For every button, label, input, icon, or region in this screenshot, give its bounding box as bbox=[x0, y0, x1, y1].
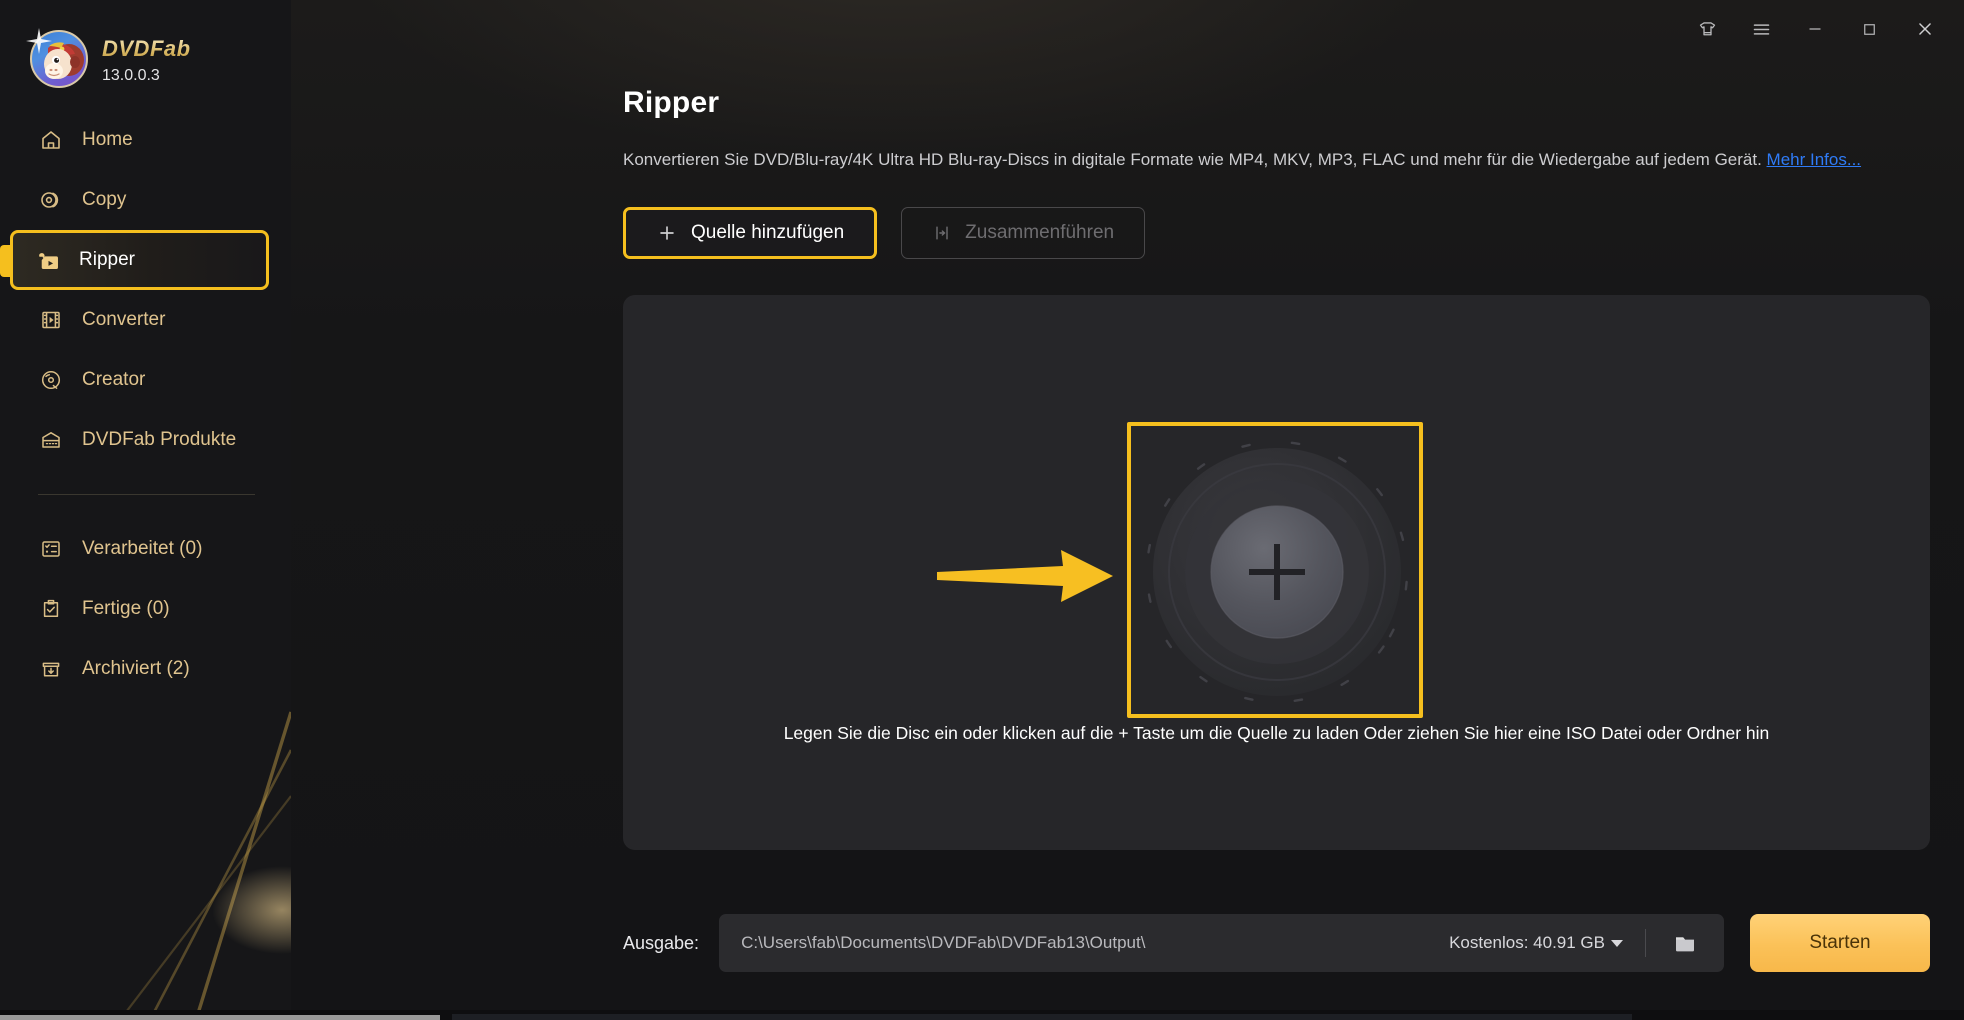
app-logo bbox=[26, 28, 88, 88]
output-label: Ausgabe: bbox=[623, 932, 700, 953]
sidebar-nav: Home Copy Ripper Converter Creator DVDFa… bbox=[0, 110, 291, 699]
sidebar-item-converter[interactable]: Converter bbox=[14, 290, 269, 350]
drop-zone-panel[interactable]: Legen Sie die Disc ein oder klicken auf … bbox=[623, 294, 1930, 850]
output-bar: Ausgabe: C:\Users\fab\Documents\DVDFab\D… bbox=[623, 914, 1930, 972]
merge-button[interactable]: Zusammenführen bbox=[901, 206, 1146, 259]
page-description: Konvertieren Sie DVD/Blu-ray/4K Ultra HD… bbox=[623, 148, 1964, 172]
minimize-button[interactable] bbox=[1788, 7, 1842, 51]
drop-zone-highlight-box[interactable] bbox=[1126, 422, 1423, 719]
sidebar-item-label: Home bbox=[82, 129, 133, 150]
theme-button[interactable] bbox=[1680, 7, 1734, 51]
start-button[interactable]: Starten bbox=[1750, 914, 1930, 972]
maximize-icon bbox=[1863, 23, 1875, 35]
product-box-icon bbox=[38, 427, 64, 453]
page-title: Ripper bbox=[623, 86, 720, 119]
close-icon bbox=[1919, 23, 1931, 35]
sidebar-item-label: Fertige (0) bbox=[82, 598, 170, 619]
maximize-button[interactable] bbox=[1842, 7, 1896, 51]
merge-icon bbox=[936, 226, 948, 240]
window-controls bbox=[1680, 0, 1964, 58]
free-space-label: Kostenlos: 40.91 GB bbox=[1449, 933, 1605, 952]
sidebar-item-label: Archiviert (2) bbox=[82, 658, 190, 679]
page-description-text: Konvertieren Sie DVD/Blu-ray/4K Ultra HD… bbox=[623, 150, 1767, 169]
dvdfab-window: DVDFab 13.0.0.3 Home Copy Ripper Convert… bbox=[0, 0, 1964, 1020]
add-source-label: Quelle hinzufügen bbox=[691, 221, 845, 243]
chevron-down-icon bbox=[1611, 939, 1623, 947]
sidebar-item-archiviert[interactable]: Archiviert (2) bbox=[14, 639, 269, 699]
output-path-input[interactable]: C:\Users\fab\Documents\DVDFab\DVDFab13\O… bbox=[741, 933, 1449, 953]
sidebar-item-copy[interactable]: Copy bbox=[14, 170, 269, 230]
clipboard-check-icon bbox=[38, 596, 64, 622]
add-source-button[interactable]: Quelle hinzufügen bbox=[623, 206, 878, 259]
sidebar-item-label: Verarbeitet (0) bbox=[82, 538, 203, 559]
sidebar-item-creator[interactable]: Creator bbox=[14, 350, 269, 410]
ripper-folder-icon bbox=[35, 247, 61, 273]
output-separator bbox=[1645, 929, 1646, 957]
disc-copy-icon bbox=[38, 187, 64, 213]
plus-icon bbox=[660, 226, 674, 240]
merge-label: Zusammenführen bbox=[965, 221, 1115, 243]
app-version: 13.0.0.3 bbox=[102, 66, 160, 84]
sidebar-item-home[interactable]: Home bbox=[14, 110, 269, 170]
sidebar: DVDFab 13.0.0.3 Home Copy Ripper Convert… bbox=[0, 0, 291, 1020]
brand-name: DVDFab bbox=[102, 35, 191, 61]
sidebar-divider bbox=[38, 494, 255, 495]
arrow-right-annotation-icon bbox=[936, 550, 1113, 603]
sidebar-item-verarbeitet[interactable]: Verarbeitet (0) bbox=[14, 519, 269, 579]
folder-icon bbox=[1676, 937, 1694, 952]
output-field[interactable]: C:\Users\fab\Documents\DVDFab\DVDFab13\O… bbox=[719, 914, 1724, 972]
brand: DVDFab 13.0.0.3 bbox=[0, 0, 291, 92]
home-icon bbox=[38, 127, 64, 153]
menu-button[interactable] bbox=[1734, 7, 1788, 51]
disc-creator-icon bbox=[38, 367, 64, 393]
free-space-dropdown[interactable]: Kostenlos: 40.91 GB bbox=[1449, 933, 1623, 953]
sidebar-item-label: Converter bbox=[82, 309, 166, 330]
tshirt-icon bbox=[1699, 21, 1715, 35]
archive-download-icon bbox=[38, 656, 64, 682]
browse-folder-button[interactable] bbox=[1668, 928, 1702, 958]
sidebar-item-label: Copy bbox=[82, 189, 127, 210]
close-button[interactable] bbox=[1896, 7, 1954, 51]
drop-zone-hint: Legen Sie die Disc ein oder klicken auf … bbox=[783, 722, 1770, 743]
sidebar-item-fertige[interactable]: Fertige (0) bbox=[14, 579, 269, 639]
task-list-icon bbox=[38, 536, 64, 562]
minimize-icon bbox=[1809, 28, 1821, 30]
disc-stage bbox=[936, 422, 1427, 722]
action-buttons: Quelle hinzufügen Zusammenführen bbox=[623, 206, 1964, 259]
main-content: Ripper Konvertieren Sie DVD/Blu-ray/4K U… bbox=[291, 0, 1964, 1020]
film-strip-icon bbox=[38, 307, 64, 333]
sidebar-item-label: Ripper bbox=[79, 249, 135, 270]
monkey-mascot-icon bbox=[44, 42, 84, 79]
background-window-sliver bbox=[0, 1010, 1964, 1020]
hamburger-menu-icon bbox=[1753, 23, 1769, 35]
sidebar-item-dvdfab-produkte[interactable]: DVDFab Produkte bbox=[14, 410, 269, 470]
start-button-label: Starten bbox=[1809, 932, 1871, 953]
more-info-link[interactable]: Mehr Infos... bbox=[1767, 150, 1861, 169]
sidebar-item-label: DVDFab Produkte bbox=[82, 429, 237, 450]
sidebar-item-label: Creator bbox=[82, 369, 146, 390]
sidebar-item-ripper[interactable]: Ripper bbox=[0, 230, 269, 290]
